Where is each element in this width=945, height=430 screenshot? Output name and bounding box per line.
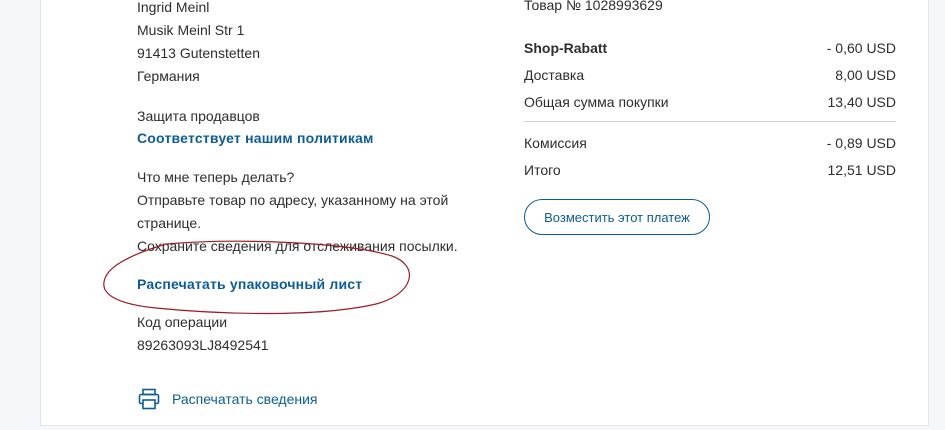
next-steps-line-2: странице. [137,215,202,231]
address-city: 91413 Gutenstetten [137,45,260,61]
net-total-label: Итого [524,162,561,178]
summary-divider [524,121,896,122]
transaction-details-card [40,0,929,426]
print-packing-slip-link[interactable]: Распечатать упаковочный лист [137,275,362,293]
next-steps-question: Что мне теперь делать? [137,169,295,185]
seller-protection-label: Защита продавцов [137,108,260,124]
refund-payment-button[interactable]: Возместить этот платеж [524,199,710,235]
purchase-total-label: Общая сумма покупки [524,94,669,110]
address-country: Германия [137,68,200,84]
item-number: Товар № 1028993629 [524,0,663,13]
fee-value: - 0,89 USD [826,135,896,151]
operation-code-label: Код операции [137,314,228,330]
operation-code-value: 89263093LJ8492541 [137,337,269,353]
shipping-value: 8,00 USD [835,67,896,83]
shipping-label: Доставка [524,67,585,83]
shop-discount-label: Shop-Rabatt [524,40,608,56]
net-total-value: 12,51 USD [827,162,896,178]
shop-discount-value: - 0,60 USD [826,40,896,56]
print-details-link[interactable]: Распечатать сведения [172,390,318,408]
fee-label: Комиссия [524,135,587,151]
address-street: Musik Meinl Str 1 [137,22,245,38]
printer-icon[interactable] [137,387,161,411]
next-steps-line-1: Отправьте товар по адресу, указанному на… [137,192,449,208]
address-name: Ingrid Meinl [137,0,210,15]
next-steps-line-3: Сохраните сведения для отслеживания посы… [137,238,458,254]
purchase-total-value: 13,40 USD [827,94,896,110]
seller-protection-status-link[interactable]: Соответствует нашим политикам [137,129,374,147]
